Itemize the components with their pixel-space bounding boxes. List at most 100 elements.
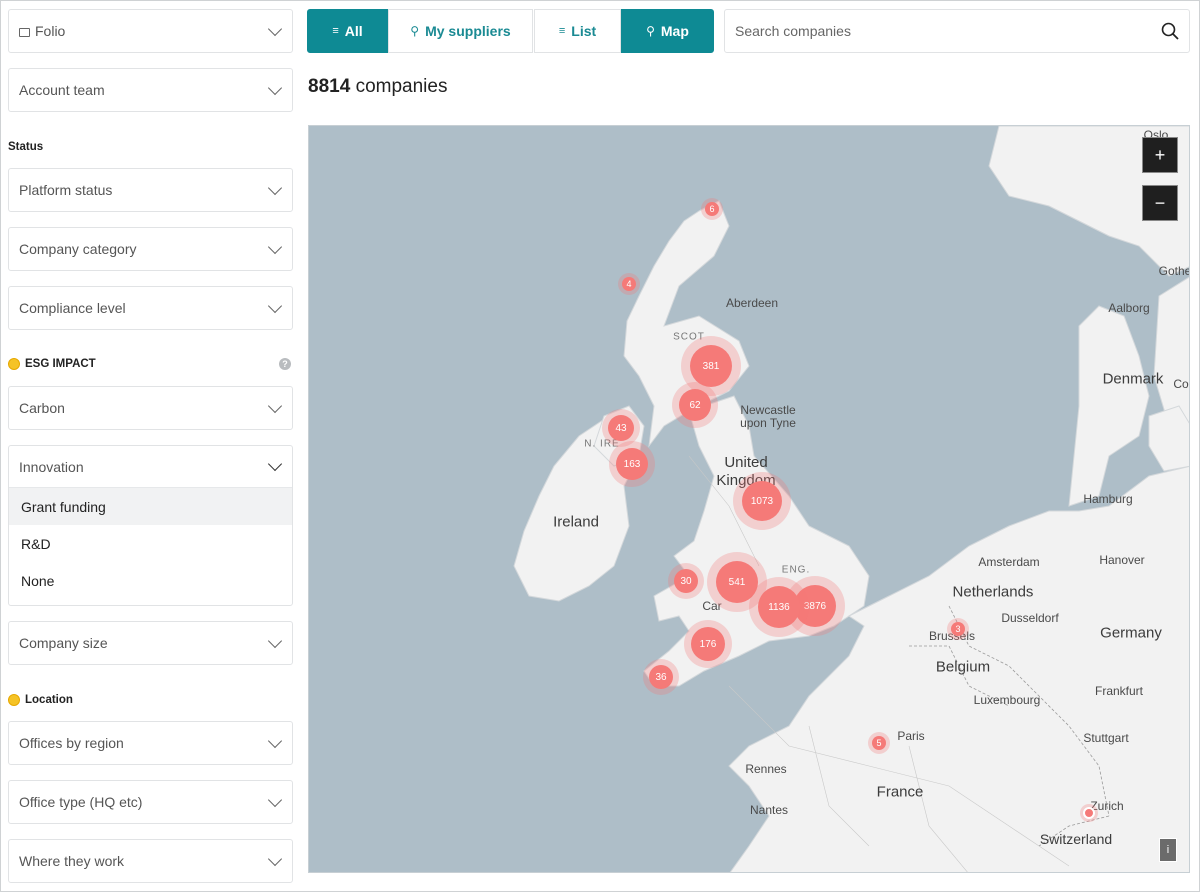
- compliance-level-label: Compliance level: [19, 300, 126, 316]
- map-cluster[interactable]: 5: [868, 732, 890, 754]
- innovation-option-none[interactable]: None: [9, 562, 292, 599]
- folio-select[interactable]: Folio: [8, 9, 293, 53]
- map-label-eng: ENG.: [781, 564, 811, 576]
- chevron-down-icon: [267, 733, 283, 748]
- coin-icon: [8, 694, 20, 706]
- tab-my-suppliers[interactable]: ⚲ My suppliers: [388, 9, 533, 53]
- map-label-ireland: Ireland: [553, 513, 599, 531]
- map-point-zurich[interactable]: [1080, 804, 1098, 822]
- company-size-label: Company size: [19, 635, 108, 651]
- map-label-france: France: [876, 783, 924, 801]
- results-count-unit: companies: [355, 76, 448, 97]
- chevron-down-icon: [267, 21, 283, 36]
- map-label-luxembourg: Luxembourg: [973, 693, 1041, 707]
- account-team-select[interactable]: Account team: [8, 68, 293, 112]
- map-cluster[interactable]: 1136: [749, 577, 809, 637]
- map-cluster[interactable]: 4: [618, 273, 640, 295]
- map-view[interactable]: Oslo Gothe Aalborg Denmark Co Aberdeen S…: [308, 125, 1190, 873]
- map-cluster[interactable]: 176: [684, 620, 732, 668]
- map-cluster[interactable]: 163: [609, 441, 655, 487]
- status-heading: Status: [8, 141, 43, 153]
- company-category-label: Company category: [19, 241, 137, 257]
- map-label-dusseldorf: Dusseldorf: [1001, 611, 1059, 625]
- esg-heading-text: ESG IMPACT: [25, 358, 96, 370]
- chevron-down-icon: [267, 633, 283, 648]
- tab-all-label: All: [344, 23, 363, 39]
- search-input[interactable]: [735, 23, 1161, 39]
- chevron-down-icon: [267, 456, 283, 472]
- search-box: [724, 9, 1190, 53]
- results-count: 8814 companies: [308, 76, 447, 98]
- innovation-option-grant-funding[interactable]: Grant funding: [9, 488, 292, 525]
- offices-by-region-label: Offices by region: [19, 735, 124, 751]
- list-lines-icon: ≡: [558, 25, 566, 37]
- chevron-down-icon: [267, 180, 283, 195]
- tab-my-suppliers-label: My suppliers: [425, 23, 511, 39]
- map-label-hanover: Hanover: [1099, 553, 1145, 567]
- map-label-gothe: Gothe: [1158, 264, 1190, 278]
- map-label-hamburg: Hamburg: [1083, 492, 1133, 506]
- folio-select-label: Folio: [19, 23, 270, 39]
- map-label-netherlands: Netherlands: [952, 583, 1034, 601]
- list-lines-icon: ≡: [332, 25, 339, 37]
- map-info-button[interactable]: i: [1159, 838, 1177, 862]
- status-heading-text: Status: [8, 141, 44, 153]
- chevron-down-icon: [267, 851, 283, 866]
- where-they-work-select[interactable]: Where they work: [8, 839, 293, 883]
- zoom-in-button[interactable]: +: [1142, 137, 1178, 173]
- tab-map-label: Map: [660, 23, 689, 39]
- map-cluster[interactable]: 3: [947, 618, 969, 640]
- chevron-down-icon: [267, 239, 283, 254]
- carbon-select[interactable]: Carbon: [8, 386, 293, 430]
- map-cluster[interactable]: 6: [701, 198, 723, 220]
- company-category-select[interactable]: Company category: [8, 227, 293, 271]
- map-label-switzerland: Switzerland: [1039, 831, 1113, 847]
- company-size-select[interactable]: Company size: [8, 621, 293, 665]
- platform-status-label: Platform status: [19, 182, 113, 198]
- office-type-select[interactable]: Office type (HQ etc): [8, 780, 293, 824]
- map-pin-icon: ⚲: [646, 24, 655, 38]
- map-cluster[interactable]: 62: [672, 382, 718, 428]
- results-count-number: 8814: [308, 76, 351, 97]
- coin-icon: [8, 358, 20, 370]
- view-toggle: ≡ All ⚲ My suppliers ≡ List ⚲ Map: [307, 9, 714, 53]
- office-type-label: Office type (HQ etc): [19, 794, 143, 810]
- help-icon[interactable]: ?: [279, 358, 291, 370]
- carbon-label: Carbon: [19, 400, 65, 416]
- map-label-aberdeen: Aberdeen: [725, 296, 779, 310]
- chevron-down-icon: [267, 80, 283, 95]
- location-heading: Location: [8, 694, 73, 706]
- folder-icon: [19, 28, 30, 37]
- zoom-out-button[interactable]: −: [1142, 185, 1178, 221]
- map-label-denmark: Denmark: [1102, 370, 1164, 388]
- person-icon: ⚲: [410, 24, 420, 38]
- location-heading-text: Location: [25, 694, 73, 706]
- innovation-select[interactable]: Innovation: [9, 446, 292, 488]
- map-label-aalborg: Aalborg: [1108, 301, 1150, 315]
- compliance-level-select[interactable]: Compliance level: [8, 286, 293, 330]
- map-label-belgium: Belgium: [935, 658, 991, 676]
- chevron-down-icon: [267, 398, 283, 413]
- tab-all[interactable]: ≡ All: [307, 9, 388, 53]
- map-label-paris: Paris: [897, 729, 925, 743]
- where-they-work-label: Where they work: [19, 853, 125, 869]
- map-cluster[interactable]: 30: [668, 563, 704, 599]
- offices-by-region-select[interactable]: Offices by region: [8, 721, 293, 765]
- map-label-germany: Germany: [1100, 624, 1162, 642]
- map-label-rennes: Rennes: [745, 762, 787, 776]
- platform-status-select[interactable]: Platform status: [8, 168, 293, 212]
- map-label-frankfurt: Frankfurt: [1094, 684, 1144, 698]
- tab-list[interactable]: ≡ List: [534, 9, 621, 53]
- map-cluster[interactable]: 1073: [733, 472, 791, 530]
- map-cluster[interactable]: 36: [643, 659, 679, 695]
- tab-map[interactable]: ⚲ Map: [621, 9, 714, 53]
- innovation-label: Innovation: [19, 458, 84, 475]
- innovation-option-rnd[interactable]: R&D: [9, 525, 292, 562]
- tab-list-label: List: [571, 23, 597, 39]
- map-label-co: Co: [1173, 377, 1189, 391]
- search-icon[interactable]: [1161, 22, 1179, 40]
- chevron-down-icon: [267, 792, 283, 807]
- account-team-label: Account team: [19, 82, 105, 98]
- map-label-newcastle: Newcastle upon Tyne: [740, 403, 796, 430]
- map-label-nantes: Nantes: [749, 803, 789, 817]
